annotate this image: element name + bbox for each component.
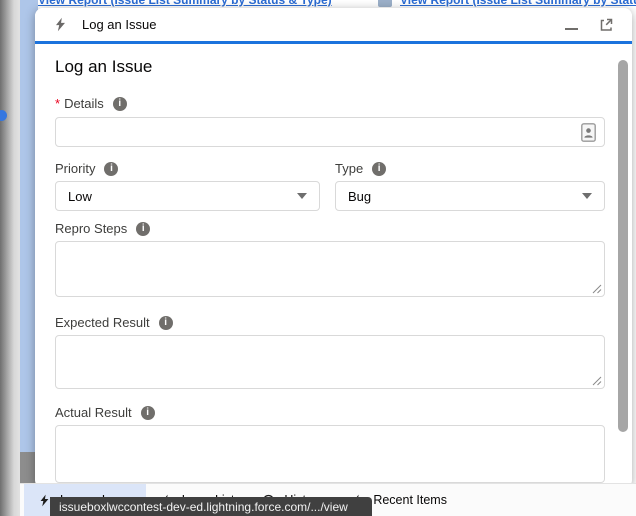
info-icon[interactable] <box>136 221 151 236</box>
resize-grip-icon[interactable] <box>592 376 602 386</box>
panel-header: Log an Issue <box>35 8 632 44</box>
info-icon[interactable] <box>112 96 127 111</box>
popout-icon[interactable] <box>598 17 614 33</box>
info-icon[interactable] <box>158 315 173 330</box>
status-url: issueboxlwccontest-dev-ed.lightning.forc… <box>59 499 348 514</box>
view-report-link-right[interactable]: View Report (Issue List Summary by Statu… <box>400 0 636 7</box>
expected-result-field: Expected Result <box>55 315 605 389</box>
type-label: Type <box>335 161 364 176</box>
repro-steps-field: Repro Steps <box>55 221 605 297</box>
report-chart-icon <box>378 0 392 7</box>
desktop-edge <box>0 0 20 516</box>
actual-result-textarea[interactable] <box>55 425 605 483</box>
contact-autofill-icon[interactable] <box>581 123 596 142</box>
header-actions <box>565 17 614 33</box>
scrollbar-thumb[interactable] <box>618 60 628 432</box>
chevron-down-icon <box>582 193 592 199</box>
repro-steps-textarea-wrap <box>55 241 605 297</box>
repro-steps-label: Repro Steps <box>55 221 128 236</box>
expected-result-textarea-wrap <box>55 335 605 389</box>
type-value: Bug <box>348 188 372 204</box>
actual-result-label-row: Actual Result <box>55 405 605 420</box>
background-page-top: View Report (Issue List Summary by Statu… <box>38 0 636 8</box>
type-label-row: Type <box>335 161 605 176</box>
priority-label-row: Priority <box>55 161 320 176</box>
repro-steps-textarea[interactable] <box>55 241 605 297</box>
screen: View Report (Issue List Summary by Statu… <box>0 0 636 516</box>
details-label-row: * Details <box>55 96 605 111</box>
details-label: Details <box>64 96 104 111</box>
resize-grip-icon[interactable] <box>592 284 602 294</box>
expected-result-label-row: Expected Result <box>55 315 605 330</box>
actual-result-field: Actual Result <box>55 405 605 483</box>
actual-result-textarea-wrap <box>55 425 605 483</box>
link-preview-status-bar: issueboxlwccontest-dev-ed.lightning.forc… <box>50 497 372 516</box>
form-heading: Log an Issue <box>55 57 153 76</box>
log-issue-utility-panel: Log an Issue Log an Issue * Details i Pr… <box>35 8 632 488</box>
repro-steps-label-row: Repro Steps <box>55 221 605 236</box>
info-icon[interactable] <box>140 405 155 420</box>
minimize-icon[interactable] <box>565 27 578 30</box>
info-icon[interactable] <box>372 161 387 176</box>
actual-result-label: Actual Result <box>55 405 132 420</box>
priority-field: Priority Low <box>55 161 320 211</box>
required-marker: * <box>55 96 61 111</box>
type-select[interactable]: Bug <box>335 181 605 211</box>
details-field: * Details <box>55 96 605 147</box>
scrollbar-track[interactable] <box>617 50 629 445</box>
chevron-down-icon <box>297 193 307 199</box>
details-input[interactable] <box>56 118 604 146</box>
details-input-box <box>55 117 605 147</box>
panel-title: Log an Issue <box>82 17 157 32</box>
priority-type-row: Priority Low Type Bug <box>55 161 605 211</box>
expected-result-label: Expected Result <box>55 315 150 330</box>
type-field: Type Bug <box>335 161 605 211</box>
panel-body: Log an Issue * Details i Priority i Low … <box>35 44 632 485</box>
flash-icon <box>56 17 65 32</box>
view-report-link-left[interactable]: View Report (Issue List Summary by Statu… <box>38 0 332 7</box>
priority-label: Priority <box>55 161 96 176</box>
info-icon[interactable] <box>104 161 119 176</box>
priority-select[interactable]: Low <box>55 181 320 211</box>
priority-value: Low <box>68 188 92 204</box>
expected-result-textarea[interactable] <box>55 335 605 389</box>
utility-tab-label: Recent Items <box>373 493 447 507</box>
